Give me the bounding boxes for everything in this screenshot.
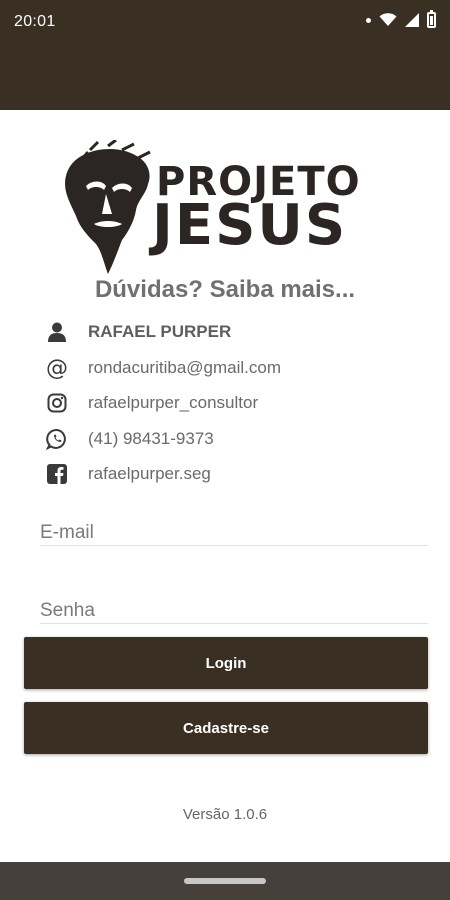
- email-field[interactable]: [40, 512, 428, 546]
- signup-button[interactable]: Cadastre-se: [24, 702, 428, 754]
- login-button[interactable]: Login: [24, 637, 428, 689]
- home-gesture-handle[interactable]: [184, 878, 266, 884]
- contact-email-row[interactable]: @ rondacuritiba@gmail.com: [44, 354, 281, 382]
- contact-instagram-row[interactable]: rafaelpurper_consultor: [44, 389, 258, 417]
- status-icons: [366, 10, 436, 28]
- notification-dot-icon: [366, 17, 371, 23]
- instagram-icon: [44, 390, 70, 416]
- cellular-signal-icon: [405, 13, 419, 27]
- logo: PROJETO JESUS: [58, 140, 398, 275]
- logo-word-jesus: JESUS: [152, 193, 348, 258]
- contact-phone[interactable]: (41) 98431-9373: [88, 429, 214, 449]
- password-input[interactable]: [40, 590, 428, 623]
- status-time: 20:01: [14, 13, 56, 30]
- user-icon: [44, 319, 70, 345]
- contact-instagram[interactable]: rafaelpurper_consultor: [88, 393, 258, 413]
- contact-whatsapp-row[interactable]: (41) 98431-9373: [44, 425, 214, 453]
- navigation-bar: [0, 862, 450, 900]
- at-sign-icon: @: [46, 355, 68, 381]
- password-field[interactable]: [40, 590, 428, 624]
- contact-facebook[interactable]: rafaelpurper.seg: [88, 464, 211, 484]
- battery-icon: [427, 10, 436, 28]
- contact-facebook-row[interactable]: rafaelpurper.seg: [44, 460, 211, 488]
- contact-name: RAFAEL PURPER: [88, 322, 232, 341]
- facebook-icon: [44, 461, 70, 487]
- contact-email[interactable]: rondacuritiba@gmail.com: [88, 358, 281, 378]
- help-heading: Dúvidas? Saiba mais...: [94, 276, 356, 303]
- contact-name-row: RAFAEL PURPER: [44, 318, 231, 346]
- app-version: Versão 1.0.6: [182, 806, 268, 823]
- jesus-face-logo-icon: [65, 140, 151, 274]
- whatsapp-icon: [44, 426, 70, 452]
- status-bar: 20:01: [0, 0, 450, 110]
- wifi-icon: [379, 13, 397, 26]
- email-input[interactable]: [40, 512, 428, 545]
